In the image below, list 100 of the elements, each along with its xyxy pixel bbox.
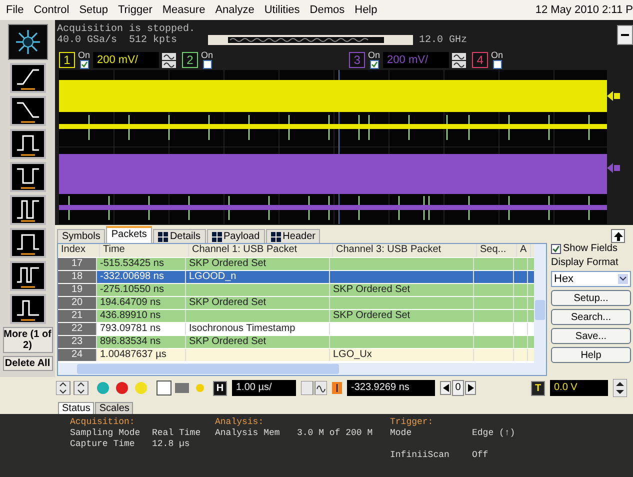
timebase-field[interactable]: 1.00 µs/	[232, 380, 296, 396]
table-row[interactable]: 17 -515.53425 ns SKP Ordered Set	[58, 257, 534, 270]
side-button[interactable]: Search...	[551, 309, 631, 325]
status-heading: Trigger:	[390, 417, 434, 428]
trigger-marker-icon	[332, 382, 342, 394]
tab[interactable]: Scales	[95, 402, 134, 414]
table-cell: 1.00487637 µs	[97, 349, 186, 361]
trigger-level-field[interactable]: 0.0 V	[550, 380, 608, 396]
table-cell: 24	[58, 349, 97, 361]
side-button[interactable]: Help	[551, 347, 631, 363]
wave-icon[interactable]	[162, 60, 176, 68]
tool-button[interactable]	[10, 261, 46, 291]
table-row[interactable]: 24 1.00487637 µs LGO_Ux	[58, 348, 534, 361]
tab[interactable]: Payload	[206, 229, 265, 243]
menu-item[interactable]: Utilities	[264, 4, 300, 16]
tab[interactable]: Details	[152, 229, 206, 243]
status-label: Analysis Mem	[215, 428, 281, 439]
delete-all-button[interactable]: Delete All	[2, 356, 52, 371]
up-arrow-button[interactable]	[611, 229, 625, 243]
table-row[interactable]: 20 194.64709 ns SKP Ordered Set	[58, 296, 534, 309]
more-button[interactable]: More (1 of 2)	[2, 327, 52, 353]
status-value: Real Time	[152, 428, 201, 439]
side-button[interactable]: Save...	[551, 328, 631, 344]
menu-item[interactable]: Analyze	[215, 4, 254, 16]
status-label: Sampling Mode	[70, 428, 142, 439]
table-cell: 20	[58, 297, 97, 309]
trigger-button[interactable]: T	[531, 380, 545, 396]
next-button[interactable]	[465, 381, 476, 395]
memory-depth: 512 kpts	[129, 35, 178, 46]
channel-button[interactable]: 1	[59, 52, 75, 68]
channel-checkbox[interactable]	[80, 60, 88, 69]
acquisition-status: Acquisition is stopped.	[57, 24, 196, 35]
vertical-controls-icon[interactable]	[56, 381, 90, 395]
status-heading: Acquisition:	[70, 417, 136, 428]
arrow-left-icon	[442, 384, 448, 392]
channel-checkbox[interactable]	[492, 60, 502, 69]
spin-arrows-icon[interactable]	[613, 379, 627, 397]
tab[interactable]: Packets	[106, 226, 152, 243]
channel-checkbox[interactable]	[370, 60, 379, 69]
tool-button[interactable]	[10, 162, 46, 192]
arrow-right-icon	[468, 384, 474, 392]
table-cell: 19	[58, 284, 97, 296]
table-row[interactable]: 23 896.83534 ns SKP Ordered Set	[58, 335, 534, 348]
status-value: 12.8 µs	[152, 439, 190, 450]
wave-icon[interactable]	[162, 52, 176, 60]
tab[interactable]: Symbols	[57, 229, 106, 243]
channel-on-label: On	[78, 51, 90, 60]
channel-checkbox[interactable]	[202, 60, 212, 69]
tool-button[interactable]	[10, 294, 46, 324]
tab[interactable]: Status	[58, 402, 94, 414]
tool-button[interactable]	[10, 195, 46, 225]
zoom-icons[interactable]	[301, 381, 327, 395]
date-time: 12 May 2010 2:11 P	[535, 4, 633, 16]
logo-icon[interactable]	[8, 24, 48, 60]
menu-item[interactable]: Setup	[79, 4, 108, 16]
status-value: Off	[472, 450, 488, 461]
vertical-scrollbar[interactable]	[534, 244, 546, 375]
scale-field[interactable]: 200 mV/	[93, 52, 160, 68]
table-row[interactable]: 18 -332.00698 ns LGOOD_n	[58, 270, 534, 283]
wave-icon[interactable]	[452, 60, 466, 68]
horizontal-button[interactable]: H	[213, 380, 227, 396]
horizontal-scrollbar[interactable]	[58, 363, 534, 375]
tool-button[interactable]	[10, 228, 46, 258]
delay-field[interactable]: -323.9269 ns	[347, 380, 435, 396]
table-cell: 23	[58, 336, 97, 348]
channel-button[interactable]: 2	[182, 52, 198, 68]
channel-button[interactable]: 4	[472, 52, 488, 68]
show-fields-label: Show Fields	[563, 243, 618, 254]
channel-marker-icon	[607, 162, 621, 174]
menu-item[interactable]: Help	[354, 4, 378, 16]
channel-marker-icon	[607, 90, 621, 102]
counter-value: 0	[452, 380, 464, 396]
scale-field[interactable]: 200 mV/	[383, 52, 450, 68]
tool-button[interactable]	[10, 63, 46, 93]
wave-icon[interactable]	[452, 52, 466, 60]
table-row[interactable]: 21 436.89910 ns SKP Ordered Set	[58, 309, 534, 322]
menu-item[interactable]: File	[6, 4, 24, 16]
minimize-button[interactable]	[617, 25, 633, 45]
status-label: InfiniiScan	[390, 450, 450, 461]
tool-button[interactable]	[10, 96, 46, 126]
display-format-dropdown[interactable]: Hex	[551, 271, 631, 287]
tool-button[interactable]	[10, 129, 46, 159]
menu-item[interactable]: Measure	[162, 4, 206, 16]
show-fields-checkbox[interactable]	[551, 244, 561, 254]
previous-button[interactable]	[440, 381, 451, 395]
chevron-down-icon	[618, 274, 628, 284]
status-value: Edge (↑)	[472, 428, 516, 439]
tab[interactable]: Header	[266, 229, 320, 243]
status-label: Mode	[390, 428, 413, 439]
table-row[interactable]: 19 -275.10550 ns SKP Ordered Set	[58, 283, 534, 296]
channel-button[interactable]: 3	[349, 52, 366, 68]
table-cell: LGO_Ux	[330, 349, 474, 361]
display-format-label: Display Format	[551, 257, 620, 268]
sample-rate: 40.0 GSa/s	[57, 35, 118, 46]
table-cell: 21	[58, 310, 97, 322]
side-button[interactable]: Setup...	[551, 290, 631, 306]
menu-item[interactable]: Control	[34, 4, 70, 16]
menu-item[interactable]: Trigger	[118, 4, 152, 16]
menu-item[interactable]: Demos	[310, 4, 345, 16]
bandwidth: 12.0 GHz	[419, 34, 468, 46]
